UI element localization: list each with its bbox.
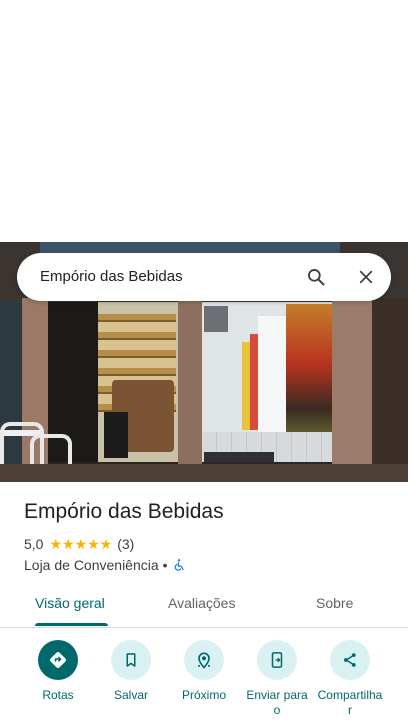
tab-overview[interactable]: Visão geral	[35, 595, 105, 611]
tab-reviews[interactable]: Avaliações	[168, 595, 235, 611]
share-label: Compartilha r	[317, 688, 383, 717]
wheelchair-accessible-icon	[172, 558, 186, 572]
separator-dot: •	[162, 557, 168, 573]
place-title: Empório das Bebidas	[24, 500, 224, 523]
send-to-phone-icon	[257, 640, 297, 680]
search-bar[interactable]: Empório das Bebidas	[17, 253, 391, 301]
bookmark-icon	[111, 640, 151, 680]
close-icon[interactable]	[353, 264, 379, 290]
rating-value: 5,0	[24, 536, 44, 552]
save-button[interactable]: Salvar	[91, 640, 171, 703]
nearby-button[interactable]: Próximo	[164, 640, 244, 703]
tab-about[interactable]: Sobre	[316, 595, 353, 611]
map-area	[0, 0, 408, 242]
directions-label: Rotas	[42, 688, 74, 702]
send-to-phone-button[interactable]: Enviar para o	[237, 640, 317, 718]
directions-icon	[38, 640, 78, 680]
share-button[interactable]: Compartilha r	[310, 640, 390, 718]
tab-bar: Visão geral Avaliações Sobre	[0, 585, 408, 628]
category-row: Loja de Conveniência •	[24, 556, 186, 574]
rating-row[interactable]: 5,0 ★★★★★ (3)	[24, 535, 134, 553]
send-to-phone-label: Enviar para o	[246, 688, 308, 717]
share-icon	[330, 640, 370, 680]
nearby-label: Próximo	[181, 688, 226, 702]
search-input[interactable]: Empório das Bebidas	[40, 268, 183, 285]
place-category: Loja de Conveniência	[24, 557, 159, 573]
nearby-icon	[184, 640, 224, 680]
active-tab-indicator	[35, 623, 108, 626]
star-rating-icon: ★★★★★	[49, 535, 113, 552]
action-bar: Rotas Salvar Próximo Enviar para o Compa…	[0, 640, 408, 724]
directions-button[interactable]: Rotas	[18, 640, 98, 703]
review-count: (3)	[117, 536, 135, 552]
save-label: Salvar	[113, 688, 148, 702]
search-icon[interactable]	[303, 264, 329, 290]
